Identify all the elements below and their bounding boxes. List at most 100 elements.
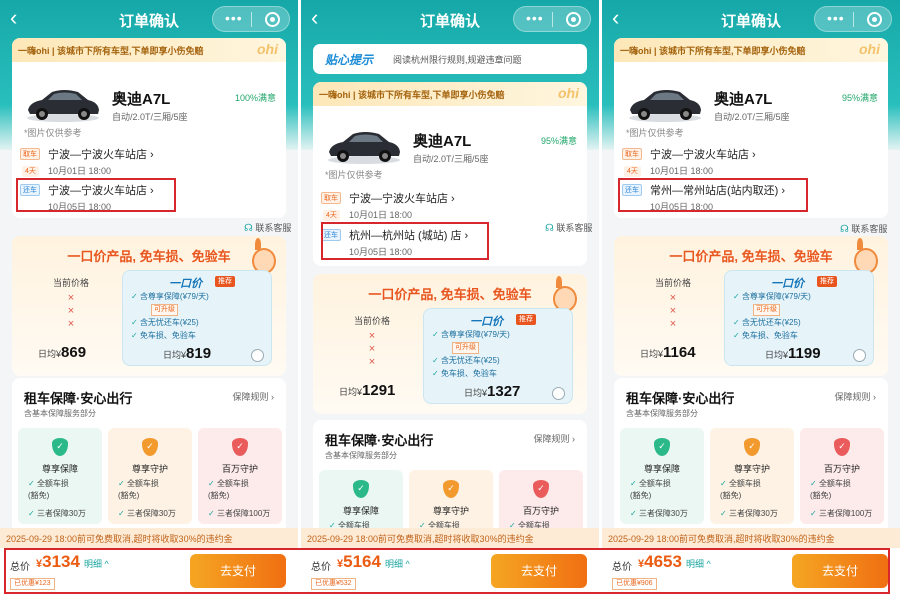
plan-line: ✓ 全额车损 (810, 478, 851, 489)
plan-card[interactable]: ✓ 尊享守护 ✓ 全额车损 (豁免) ✓ 三者保障30万 (108, 428, 192, 524)
image-reference-note: *图片仅供参考 (626, 128, 684, 138)
ellipsis-icon[interactable]: ••• (225, 10, 243, 26)
satisfaction-rate: 95%满意 (540, 136, 577, 146)
current-price-label: 当前价格 (52, 278, 89, 288)
pickup-location[interactable]: 宁波—宁波火车站店 › (650, 146, 756, 162)
current-price-value: 1164 (663, 344, 696, 361)
promo-title: 一口价产品, 免车损、免验车 (669, 249, 833, 264)
tip-card[interactable]: 贴心提示 阅读杭州限行规则,规避违章问题 (313, 44, 587, 74)
one-price-option[interactable]: 一口价 推荐 ✓ 含尊享保障(¥79/天) 可升级 ✓ 含无忧还车(¥25) ✓… (724, 270, 874, 366)
record-icon[interactable] (265, 12, 280, 27)
one-price-item-text: 含无忧还车(¥25) (440, 356, 500, 365)
pickup-time: 10月01日 18:00 (48, 166, 112, 176)
rental-days: 4天 (323, 210, 340, 221)
one-price-radio[interactable] (552, 387, 565, 400)
one-price-promo: 一口价产品, 免车损、免验车 当前价格 × × × 日均¥1164 一口价 推荐… (614, 236, 888, 376)
current-price-option[interactable]: 当前价格 × × × 日均¥869 (32, 272, 110, 364)
check-icon: ✓ (733, 331, 740, 340)
plan-card[interactable]: ✓ 百万守护 ✓ 全额车损 (豁免) ✓ 三者保障100万 (800, 428, 884, 524)
one-price-daily: 日均¥819 (163, 345, 211, 362)
plan-name: 尊享保障 (643, 464, 680, 474)
contact-service[interactable]: ☊ 联系客服 (840, 222, 887, 235)
contact-service-label: 联系客服 (851, 224, 888, 234)
plan-name: 百万守护 (221, 464, 258, 474)
one-price-item: ✓ 含无忧还车(¥25) (432, 355, 500, 366)
one-price-item-text: 含尊享保障(¥79/天) (139, 292, 209, 301)
plan-card[interactable]: ✓ 尊享保障 ✓ 全额车损 (豁免) ✓ 三者保障30万 (620, 428, 704, 524)
contact-service-label: 联系客服 (255, 223, 292, 233)
one-price-item: ✓ 免车损、免验车 (432, 368, 497, 379)
plan-line: (豁免) (208, 491, 230, 500)
insurance-title: 租车保障·安心出行 (325, 433, 434, 448)
check-icon: ✓ (720, 479, 727, 488)
current-price-option[interactable]: 当前价格 × × × 日均¥1291 (333, 310, 411, 402)
plan-line-text: 三者保障30万 (638, 509, 688, 518)
check-icon: ✓ (208, 509, 215, 518)
plan-name: 百万守护 (823, 464, 860, 474)
plan-line-text: 全额车损 (638, 479, 671, 488)
pay-bar-highlight-box (4, 548, 890, 594)
one-price-radio[interactable] (853, 349, 866, 362)
insurance-rules-link[interactable]: 保障规则 › (534, 432, 576, 445)
recommend-badge: 推荐 (817, 276, 837, 287)
car-image (328, 132, 400, 164)
plan-line: ✓ 全额车损 (208, 478, 249, 489)
current-price-label: 当前价格 (353, 316, 390, 326)
plan-line: ✓ 全额车损 (630, 478, 671, 489)
car-spec: 自动/2.0T/三厢/5座 (112, 112, 188, 122)
record-icon[interactable] (867, 12, 882, 27)
recommend-badge: 推荐 (215, 276, 235, 287)
plan-line-text: 全额车损 (36, 479, 69, 488)
check-icon: ✓ (118, 509, 125, 518)
plan-card[interactable]: ✓ 百万守护 ✓ 全额车损 (豁免) ✓ 三者保障100万 (198, 428, 282, 524)
one-price-daily: 日均¥1199 (765, 345, 821, 362)
current-price-value: 869 (61, 344, 87, 361)
daily-prefix: 日均¥ (339, 387, 363, 397)
contact-service[interactable]: ☊ 联系客服 (244, 221, 291, 234)
pickup-time: 10月01日 18:00 (650, 166, 714, 176)
tip-title: 贴心提示 (325, 53, 374, 67)
contact-service-label: 联系客服 (556, 223, 593, 233)
ohi-banner: 一嗨ohi | 该城市下所有车型,下单即享小伤免赔 ohi (614, 38, 888, 62)
plan-line-text: 三者保障30万 (728, 509, 778, 518)
one-price-daily: 日均¥1327 (464, 383, 520, 400)
rabbit-mascot (551, 276, 577, 312)
promo-title: 一口价产品, 免车损、免验车 (368, 287, 532, 302)
return-highlight-box (16, 178, 176, 212)
record-icon[interactable] (566, 12, 581, 27)
ohi-logo: ohi (558, 85, 579, 101)
capsule-divider (251, 12, 252, 27)
insurance-rules-link[interactable]: 保障规则 › (233, 390, 275, 403)
cancel-notice-text: 2025-09-29 18:00前可免费取消,超时将收取30%的违约金 (6, 534, 233, 544)
plan-card[interactable]: ✓ 尊享守护 ✓ 全额车损 (豁免) ✓ 三者保障30万 (710, 428, 794, 524)
insurance-rules-link[interactable]: 保障规则 › (835, 390, 877, 403)
pickup-location[interactable]: 宁波—宁波火车站店 › (349, 190, 455, 206)
tip-text: 阅读杭州限行规则,规避违章问题 (393, 55, 522, 65)
check-icon: ✓ (131, 331, 138, 340)
upgrade-badge: 可升级 (452, 342, 479, 354)
plan-line: ✓ 三者保障100万 (810, 508, 872, 519)
one-price-item-text: 免车损、免验车 (440, 369, 497, 378)
contact-service[interactable]: ☊ 联系客服 (545, 221, 592, 234)
plan-line-text: 三者保障30万 (126, 509, 176, 518)
current-price-option[interactable]: 当前价格 × × × 日均¥1164 (634, 272, 712, 364)
check-icon: ✓ (28, 509, 35, 518)
ellipsis-icon[interactable]: ••• (526, 10, 544, 26)
one-price-radio[interactable] (251, 349, 264, 362)
one-price-value: 1327 (487, 383, 521, 400)
plan-line: ✓ 全额车损 (720, 478, 761, 489)
plan-line: (豁免) (118, 491, 140, 500)
ellipsis-icon[interactable]: ••• (827, 10, 845, 26)
cross-icon: × (368, 356, 376, 368)
one-price-option[interactable]: 一口价 推荐 ✓ 含尊享保障(¥79/天) 可升级 ✓ 含无忧还车(¥25) ✓… (122, 270, 272, 366)
check-icon: ✓ (131, 318, 138, 327)
car-info-card: 一嗨ohi | 该城市下所有车型,下单即享小伤免赔 ohi 奥迪A7L 自动/2… (614, 38, 888, 218)
plan-line: ✓ 三者保障30万 (118, 508, 176, 519)
nav-bar: ‹ 订单确认 ••• (602, 0, 900, 38)
car-image (629, 90, 701, 122)
plan-card[interactable]: ✓ 尊享保障 ✓ 全额车损 (豁免) ✓ 三者保障30万 (18, 428, 102, 524)
one-price-option[interactable]: 一口价 推荐 ✓ 含尊享保障(¥79/天) 可升级 ✓ 含无忧还车(¥25) ✓… (423, 308, 573, 404)
current-daily-price: 日均¥1291 (339, 382, 395, 399)
pickup-location[interactable]: 宁波—宁波火车站店 › (48, 146, 154, 162)
shield-icon: ✓ (443, 480, 459, 498)
